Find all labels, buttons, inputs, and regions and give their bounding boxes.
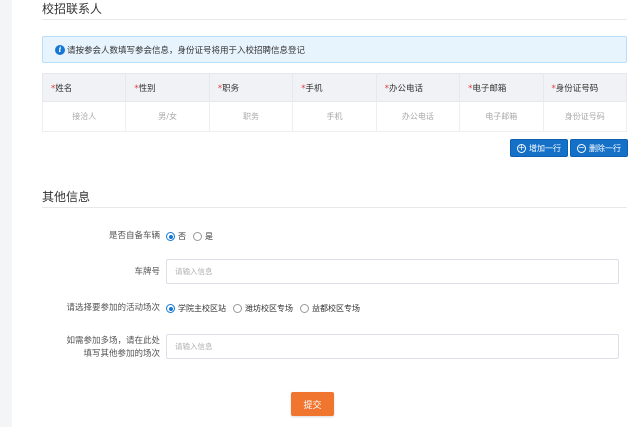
- own-car-option-no[interactable]: 否: [166, 231, 186, 242]
- column-header-name: *姓名: [41, 73, 127, 102]
- option-label: 学院主校区站: [178, 304, 226, 313]
- other-divider: [42, 207, 627, 208]
- column-label: 手机: [305, 83, 323, 94]
- column-label: 身份证号码: [555, 83, 599, 94]
- radio-selected-icon[interactable]: [166, 232, 175, 241]
- plate-label: 车牌号: [134, 267, 160, 277]
- submit-button[interactable]: 提交: [291, 392, 334, 416]
- multi-label-line1: 如需参加多场，请在此处: [66, 336, 160, 346]
- column-header-mobile: *手机: [292, 73, 377, 102]
- activity-radio-group: 学院主校区站 潍坊校区专场 益都校区专场: [166, 303, 367, 314]
- plus-circle-icon: +: [517, 143, 526, 153]
- activity-option-main-campus[interactable]: 学院主校区站: [166, 303, 226, 314]
- radio-unselected-icon[interactable]: [300, 304, 309, 313]
- multi-session-label: 如需参加多场，请在此处 填写其他参加的场次: [0, 335, 160, 361]
- add-row-label: 增加一行: [529, 143, 561, 153]
- email-cell[interactable]: 电子邮箱: [459, 101, 544, 132]
- column-label: 电子邮箱: [472, 83, 507, 94]
- office-phone-cell[interactable]: 办公电话: [375, 101, 461, 132]
- table-header-row: *姓名 *性别 *职务 *手机 *办公电话 *电子邮箱 *身份证号码: [41, 73, 628, 102]
- column-header-gender: *性别: [125, 73, 210, 102]
- info-icon: i: [55, 44, 65, 55]
- option-label: 潍坊校区专场: [245, 304, 293, 313]
- column-label: 办公电话: [388, 83, 423, 94]
- option-label: 益都校区专场: [312, 304, 360, 313]
- notice-text: 请按参会人数填写参会信息，身份证号将用于入校招聘信息登记: [67, 45, 306, 56]
- contact-section-title: 校招联系人: [42, 2, 103, 16]
- delete-row-label: 删除一行: [589, 143, 621, 153]
- mobile-cell[interactable]: 手机: [292, 101, 377, 132]
- own-car-label: 是否自备车辆: [108, 231, 160, 241]
- column-header-id-number: *身份证号码: [542, 73, 628, 102]
- form-card: [12, 0, 642, 427]
- own-car-radio-group: 否 是: [166, 231, 220, 242]
- gender-cell[interactable]: 男/女: [125, 101, 210, 132]
- radio-unselected-icon[interactable]: [193, 232, 202, 241]
- multi-label-line2: 填写其他参加的场次: [83, 349, 160, 359]
- column-label: 性别: [138, 83, 156, 94]
- activity-option-yidu[interactable]: 益都校区专场: [300, 303, 360, 314]
- activity-option-weifang[interactable]: 潍坊校区专场: [233, 303, 293, 314]
- column-header-email: *电子邮箱: [459, 73, 544, 102]
- activity-label: 请选择要参加的活动场次: [66, 303, 160, 313]
- column-label: 姓名: [55, 83, 73, 94]
- add-row-button[interactable]: + 增加一行: [510, 139, 568, 157]
- name-cell[interactable]: 接洽人: [41, 101, 127, 132]
- id-number-cell[interactable]: 身份证号码: [542, 101, 628, 132]
- position-cell[interactable]: 职务: [208, 101, 294, 132]
- radio-selected-icon[interactable]: [166, 304, 175, 313]
- radio-unselected-icon[interactable]: [233, 304, 242, 313]
- delete-row-button[interactable]: − 删除一行: [570, 139, 628, 157]
- option-label: 是: [205, 232, 213, 241]
- minus-circle-icon: −: [577, 143, 586, 153]
- option-label: 否: [178, 232, 186, 241]
- plate-input[interactable]: [166, 259, 619, 284]
- multi-session-input[interactable]: [166, 334, 619, 359]
- notice-banner: i 请按参会人数填写参会信息，身份证号将用于入校招聘信息登记: [42, 36, 627, 63]
- column-label: 职务: [222, 83, 240, 94]
- table-row: 接洽人 男/女 职务 手机 办公电话 电子邮箱 身份证号码: [41, 101, 628, 132]
- other-section-title: 其他信息: [42, 190, 91, 204]
- own-car-option-yes[interactable]: 是: [193, 231, 213, 242]
- contact-divider: [42, 19, 627, 20]
- column-header-position: *职务: [208, 73, 294, 102]
- contact-table: *姓名 *性别 *职务 *手机 *办公电话 *电子邮箱 *身份证号码 接洽人 男…: [41, 73, 628, 132]
- column-header-office-phone: *办公电话: [375, 73, 461, 102]
